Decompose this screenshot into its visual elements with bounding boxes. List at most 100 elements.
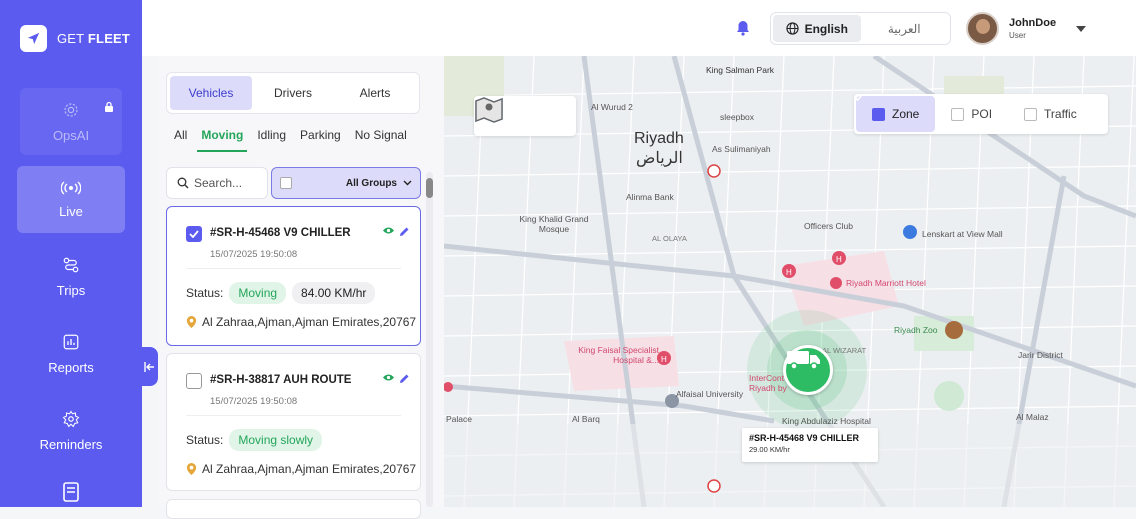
gear-icon bbox=[62, 101, 80, 122]
status-badge: Moving bbox=[229, 282, 287, 304]
chevron-down-icon bbox=[403, 180, 412, 186]
filter-no-signal[interactable]: No Signal bbox=[351, 128, 411, 152]
brand-logo[interactable]: GET FLEET bbox=[20, 25, 130, 52]
chevron-down-icon bbox=[1076, 25, 1087, 32]
map-label: Riyadh Marriott Hotel bbox=[846, 278, 926, 288]
map-label: King Abdulaziz Hospital bbox=[782, 416, 871, 426]
brand-prefix: GET bbox=[57, 31, 85, 46]
sidebar-item-live[interactable]: Live bbox=[17, 166, 125, 233]
status-filters: All Moving Idling Parking No Signal bbox=[170, 128, 417, 152]
vehicle-checkbox[interactable] bbox=[186, 226, 202, 242]
sidebar-item-opsai[interactable]: OpsAI bbox=[20, 88, 122, 155]
vehicle-address: Al Zahraa,Ajman,Ajman Emirates,20767 bbox=[202, 462, 417, 476]
bell-icon bbox=[737, 21, 749, 36]
vehicle-checkbox[interactable] bbox=[186, 373, 202, 389]
map-label: King Khalid Grand Mosque bbox=[519, 214, 589, 234]
vehicle-card[interactable]: #SR-H-38817 AUH ROUTE 15/07/2025 19:50:0… bbox=[166, 353, 421, 491]
eye-icon[interactable] bbox=[382, 373, 395, 382]
collapse-left-icon bbox=[144, 361, 154, 372]
notifications-button[interactable] bbox=[728, 13, 758, 43]
edit-icon[interactable] bbox=[399, 373, 410, 384]
sidebar-item-trips[interactable]: Trips bbox=[17, 243, 125, 310]
sidebar-item-label: Trips bbox=[56, 282, 86, 298]
map-label: Alinma Bank bbox=[626, 192, 674, 202]
sidebar-item-label: Reminders bbox=[39, 436, 103, 452]
map-label: Riyadh bbox=[634, 130, 684, 147]
vehicle-marker[interactable] bbox=[783, 345, 833, 395]
svg-text:H: H bbox=[836, 255, 842, 264]
tab-alerts[interactable]: Alerts bbox=[334, 76, 416, 110]
map-label: Officers Club bbox=[804, 221, 853, 231]
status-label: Status: bbox=[186, 433, 224, 447]
map-label: AL WIZARAT bbox=[822, 346, 867, 355]
sidebar-item-label: Live bbox=[59, 203, 83, 219]
vehicle-popup: #SR-H-45468 V9 CHILLER 29.00 KM/hr bbox=[742, 428, 878, 462]
lock-icon bbox=[104, 100, 114, 115]
speed-badge: 84.00 KM/hr bbox=[292, 282, 376, 304]
filter-parking[interactable]: Parking bbox=[296, 128, 345, 152]
vehicle-timestamp: 15/07/2025 19:50:08 bbox=[210, 249, 298, 260]
filter-all[interactable]: All bbox=[170, 128, 191, 152]
status-label: Status: bbox=[186, 286, 224, 300]
list-scrollbar[interactable] bbox=[426, 172, 433, 507]
live-signal-icon bbox=[60, 180, 82, 198]
panel-tabs: Vehicles Drivers Alerts bbox=[166, 72, 420, 114]
document-icon[interactable] bbox=[63, 482, 79, 507]
eye-icon[interactable] bbox=[382, 226, 395, 235]
map-label: الرياض bbox=[636, 150, 683, 167]
map-layers: Zone POI Traffic bbox=[854, 94, 1108, 134]
filter-moving[interactable]: Moving bbox=[197, 128, 248, 152]
layer-zone[interactable]: Zone bbox=[854, 94, 936, 132]
search-placeholder: Search... bbox=[194, 176, 243, 190]
collapse-sidebar-button[interactable] bbox=[141, 347, 158, 386]
check-icon bbox=[854, 94, 863, 101]
tab-vehicles[interactable]: Vehicles bbox=[170, 76, 252, 110]
popup-speed: 29.00 KM/hr bbox=[749, 445, 790, 454]
sidebar-item-reports[interactable]: Reports bbox=[17, 320, 125, 387]
layer-poi[interactable]: POI bbox=[935, 96, 1008, 132]
map-label: As Sulimaniyah bbox=[712, 144, 771, 154]
globe-icon bbox=[785, 22, 799, 35]
layer-traffic[interactable]: Traffic bbox=[1008, 96, 1093, 132]
language-option-arabic[interactable]: العربية bbox=[861, 15, 949, 42]
map-label: King Salman Park bbox=[706, 65, 775, 75]
satellite-view-icon[interactable] bbox=[474, 96, 504, 124]
truck-icon bbox=[787, 351, 820, 370]
language-option-english[interactable]: English bbox=[773, 15, 861, 42]
user-role: User bbox=[1009, 31, 1026, 40]
edit-icon[interactable] bbox=[399, 226, 410, 237]
map-label: King Faisal Specialist Hospital &... bbox=[578, 345, 659, 365]
map-label: Al Malaz bbox=[1016, 412, 1049, 422]
user-name: JohnDoe bbox=[1009, 17, 1057, 29]
map-label: Lenskart at View Mall bbox=[922, 229, 1003, 239]
vehicle-address: Al Zahraa,Ajman,Ajman Emirates,20767 bbox=[202, 315, 417, 329]
location-pin-icon bbox=[186, 316, 197, 328]
vehicle-plate: #SR-H-45468 V9 CHILLER bbox=[210, 227, 351, 239]
user-menu[interactable]: JohnDoe User bbox=[966, 12, 1087, 45]
search-icon bbox=[177, 177, 189, 189]
vehicle-panel: Vehicles Drivers Alerts All Moving Idlin… bbox=[158, 56, 444, 519]
tab-drivers[interactable]: Drivers bbox=[252, 76, 334, 110]
cog-icon bbox=[62, 410, 80, 431]
popup-title: #SR-H-45468 V9 CHILLER bbox=[749, 433, 860, 443]
vehicle-card[interactable] bbox=[166, 499, 421, 519]
check-icon bbox=[189, 230, 199, 238]
navigation-arrow-icon bbox=[20, 25, 47, 52]
map-label: AL OLAYA bbox=[652, 234, 687, 243]
vehicle-card[interactable]: #SR-H-45468 V9 CHILLER 15/07/2025 19:50:… bbox=[166, 206, 421, 346]
sidebar-item-label: Reports bbox=[48, 359, 94, 375]
avatar bbox=[966, 12, 999, 45]
groups-dropdown[interactable]: All Groups bbox=[271, 167, 421, 199]
filter-idling[interactable]: Idling bbox=[253, 128, 290, 152]
sidebar-item-label: OpsAI bbox=[52, 127, 90, 143]
sidebar-item-reminders[interactable]: Reminders bbox=[17, 397, 125, 464]
map-label: Palace bbox=[446, 414, 472, 424]
location-pin-icon bbox=[186, 463, 197, 475]
sidebar: GET FLEET OpsAI Live Trips Reports Remin… bbox=[0, 0, 142, 507]
vehicle-timestamp: 15/07/2025 19:50:08 bbox=[210, 396, 298, 407]
groups-checkbox[interactable] bbox=[280, 177, 292, 189]
svg-text:H: H bbox=[661, 355, 667, 364]
live-map[interactable]: H H H King Salman Park Riyadh الرياض sle… bbox=[444, 56, 1136, 507]
search-input[interactable]: Search... bbox=[166, 167, 268, 199]
map-label: Alfaisal University bbox=[676, 389, 744, 399]
